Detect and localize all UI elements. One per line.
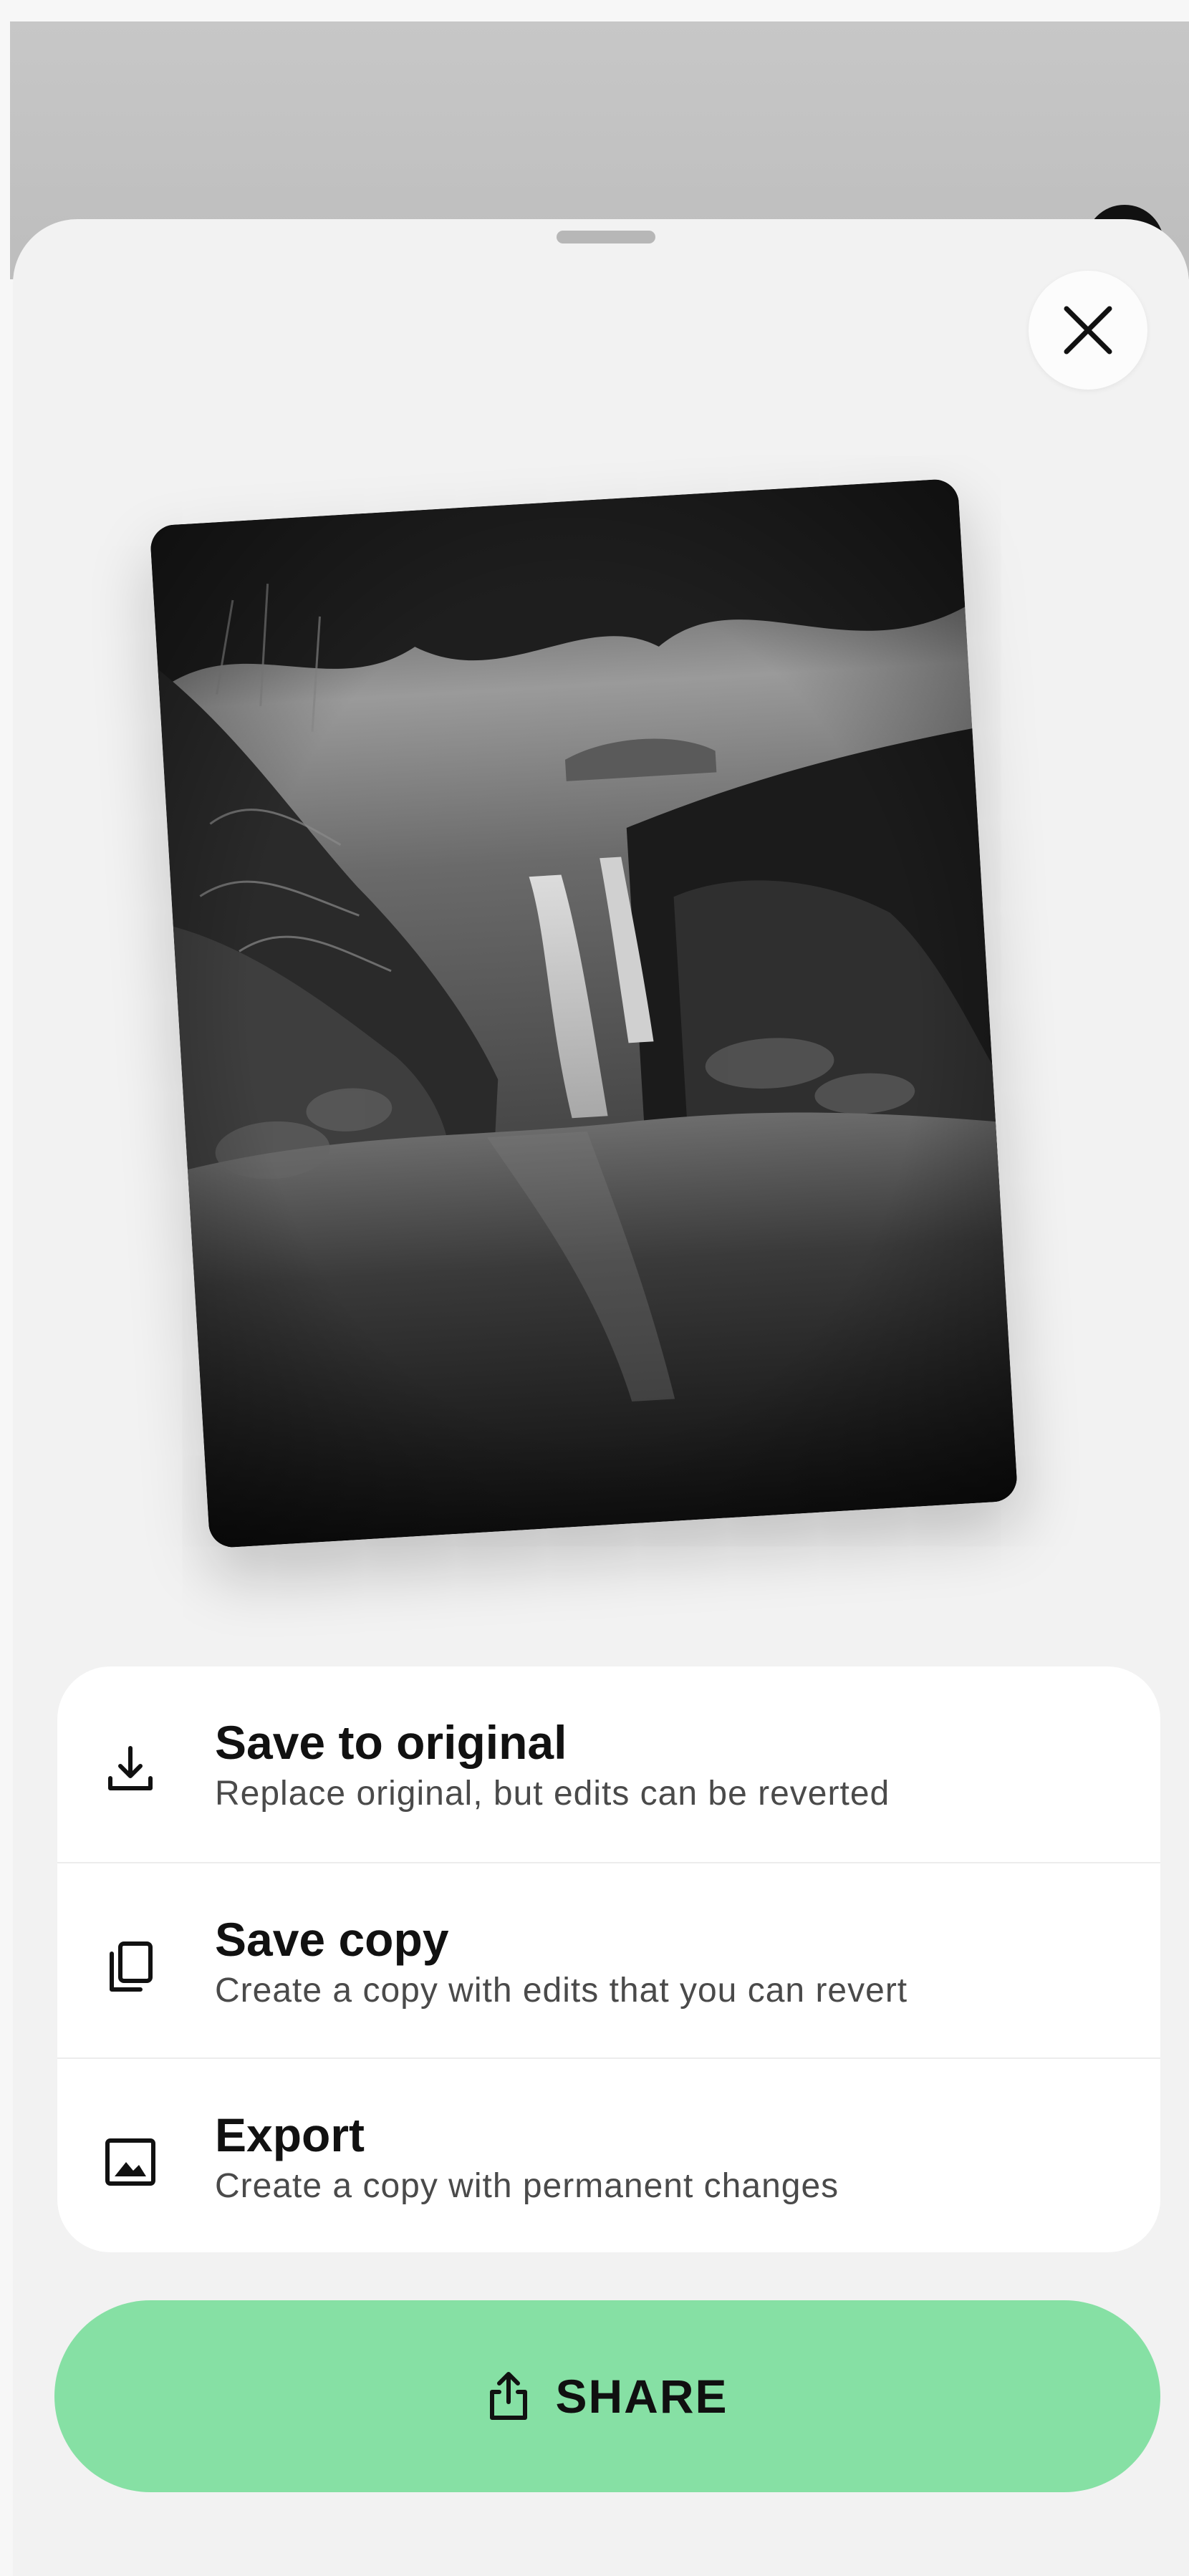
option-title: Save copy bbox=[215, 1913, 449, 1966]
save-options-card: Save to original Replace original, but e… bbox=[57, 1666, 1160, 2252]
close-button[interactable] bbox=[1029, 271, 1147, 390]
image-icon bbox=[105, 2138, 155, 2186]
waterfall-photo bbox=[149, 478, 1019, 1549]
download-icon bbox=[108, 1746, 153, 1790]
close-icon bbox=[1064, 306, 1112, 354]
share-icon bbox=[490, 2372, 528, 2420]
option-save-to-original[interactable]: Save to original Replace original, but e… bbox=[57, 1666, 1160, 1861]
option-subtitle: Create a copy with edits that you can re… bbox=[215, 1972, 908, 2010]
option-title: Save to original bbox=[215, 1716, 567, 1769]
option-save-copy[interactable]: Save copy Create a copy with edits that … bbox=[57, 1862, 1160, 2058]
option-subtitle: Create a copy with permanent changes bbox=[215, 2167, 839, 2205]
sheet-drag-handle[interactable] bbox=[557, 231, 655, 243]
option-export[interactable]: Export Create a copy with permanent chan… bbox=[57, 2058, 1160, 2252]
share-label: SHARE bbox=[555, 2370, 728, 2423]
option-title: Export bbox=[215, 2108, 365, 2161]
copy-icon bbox=[110, 1941, 153, 1992]
option-subtitle: Replace original, but edits can be rever… bbox=[215, 1775, 890, 1813]
share-button[interactable]: SHARE bbox=[54, 2300, 1160, 2492]
photo-preview bbox=[149, 478, 1019, 1549]
